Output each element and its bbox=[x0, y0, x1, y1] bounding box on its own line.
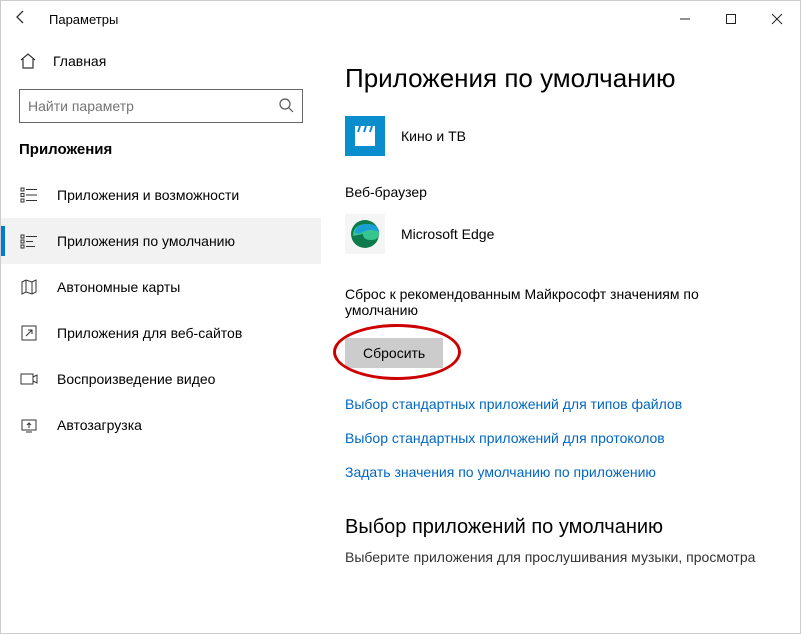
open-icon bbox=[19, 324, 39, 342]
close-button[interactable] bbox=[754, 1, 800, 37]
search-input[interactable] bbox=[19, 89, 303, 123]
app-name: Кино и ТВ bbox=[401, 128, 466, 144]
back-icon[interactable] bbox=[13, 9, 33, 30]
search-icon bbox=[278, 97, 294, 116]
app-name: Microsoft Edge bbox=[401, 226, 494, 242]
sidebar-item-label: Приложения и возможности bbox=[57, 187, 239, 203]
search-field[interactable] bbox=[28, 98, 278, 114]
startup-icon bbox=[19, 416, 39, 434]
reset-button[interactable]: Сбросить bbox=[345, 338, 443, 368]
sidebar-item-apps-features[interactable]: Приложения и возможности bbox=[1, 172, 321, 218]
default-video-app[interactable]: Кино и ТВ bbox=[345, 116, 776, 156]
list-icon bbox=[19, 186, 39, 204]
sidebar-item-label: Воспроизведение видео bbox=[57, 371, 215, 387]
link-file-types[interactable]: Выбор стандартных приложений для типов ф… bbox=[345, 396, 776, 412]
titlebar: Параметры bbox=[1, 1, 800, 37]
link-protocols[interactable]: Выбор стандартных приложений для протоко… bbox=[345, 430, 776, 446]
default-browser-app[interactable]: Microsoft Edge bbox=[345, 214, 776, 254]
page-title: Приложения по умолчанию bbox=[345, 63, 776, 94]
map-icon bbox=[19, 278, 39, 296]
sidebar-item-web-apps[interactable]: Приложения для веб-сайтов bbox=[1, 310, 321, 356]
home-label: Главная bbox=[53, 53, 106, 69]
edge-icon bbox=[345, 214, 385, 254]
browser-category-label: Веб-браузер bbox=[345, 184, 776, 200]
maximize-button[interactable] bbox=[708, 1, 754, 37]
sidebar-item-video-playback[interactable]: Воспроизведение видео bbox=[1, 356, 321, 402]
sub-text: Выберите приложения для прослушивания му… bbox=[345, 549, 776, 565]
sidebar-item-default-apps[interactable]: Приложения по умолчанию bbox=[1, 218, 321, 264]
window-title: Параметры bbox=[49, 12, 118, 27]
video-icon bbox=[19, 370, 39, 388]
defaults-icon bbox=[19, 232, 39, 250]
sub-heading: Выбор приложений по умолчанию bbox=[345, 516, 776, 539]
sidebar-item-label: Автозагрузка bbox=[57, 417, 142, 433]
reset-heading: Сброс к рекомендованным Майкрософт значе… bbox=[345, 286, 765, 318]
section-title: Приложения bbox=[1, 141, 321, 172]
main-content: Приложения по умолчанию Кино и ТВ Веб-бр… bbox=[321, 37, 800, 633]
sidebar-item-offline-maps[interactable]: Автономные карты bbox=[1, 264, 321, 310]
sidebar-item-label: Автономные карты bbox=[57, 279, 180, 295]
home-nav[interactable]: Главная bbox=[1, 43, 321, 79]
home-icon bbox=[19, 52, 37, 70]
sidebar-item-label: Приложения для веб-сайтов bbox=[57, 325, 242, 341]
movies-tv-icon bbox=[345, 116, 385, 156]
minimize-button[interactable] bbox=[662, 1, 708, 37]
sidebar-item-label: Приложения по умолчанию bbox=[57, 233, 235, 249]
link-by-app[interactable]: Задать значения по умолчанию по приложен… bbox=[345, 464, 776, 480]
sidebar-item-startup[interactable]: Автозагрузка bbox=[1, 402, 321, 448]
sidebar: Главная Приложения Приложения и возможно… bbox=[1, 37, 321, 633]
